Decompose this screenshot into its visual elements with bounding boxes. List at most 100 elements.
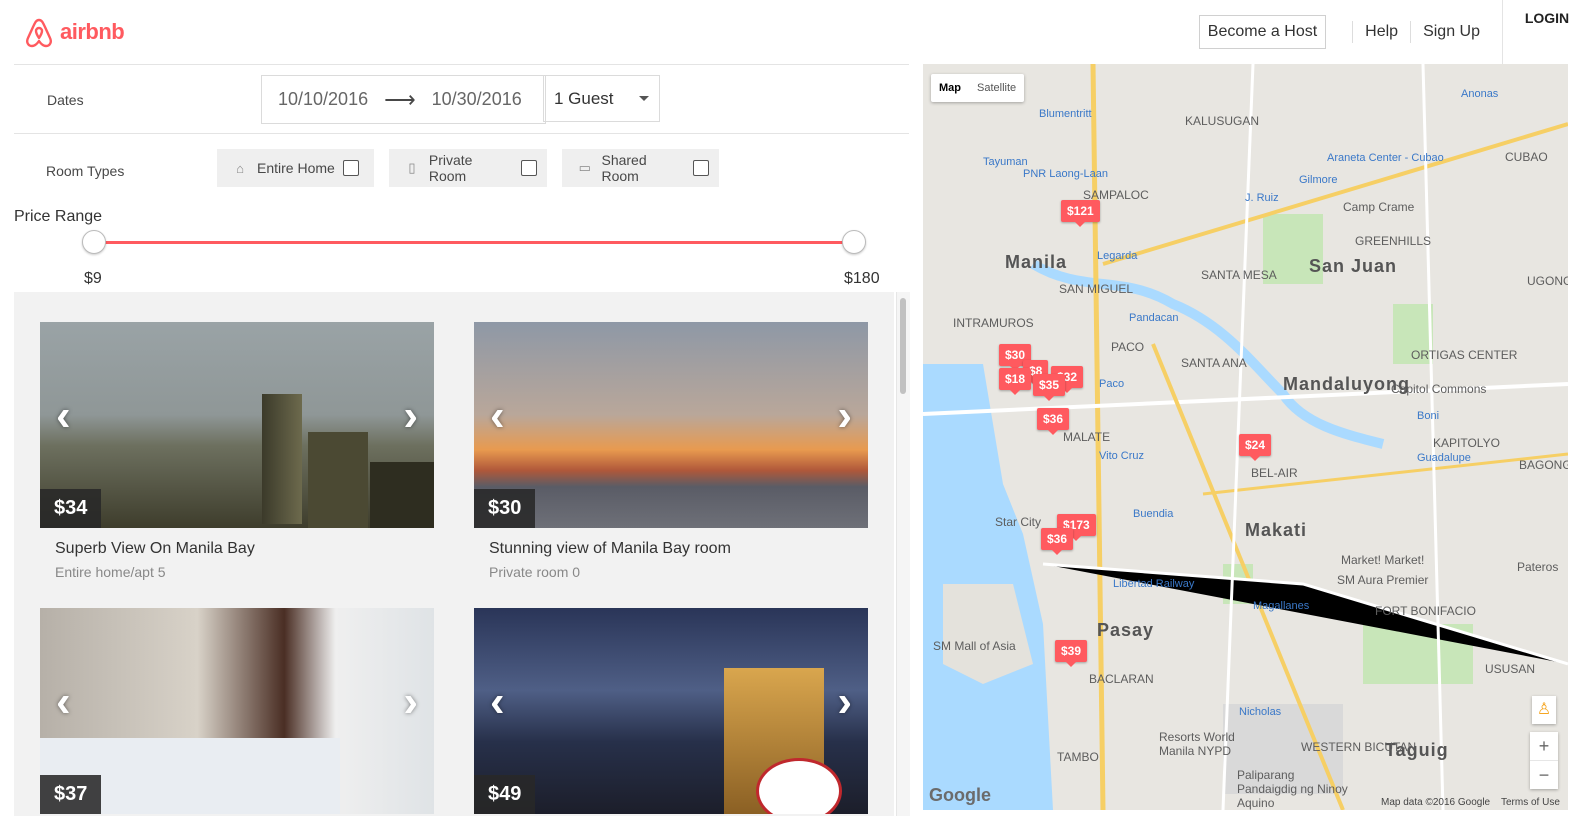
map-price-pin[interactable]: $36	[1037, 408, 1070, 435]
listing-price: $30	[474, 489, 536, 528]
airbnb-belo-icon	[26, 18, 52, 48]
map-place-label: KALUSUGAN	[1185, 114, 1260, 128]
top-nav: Become a Host Help Sign Up LOGIN	[1198, 0, 1591, 64]
help-link[interactable]: Help	[1361, 23, 1402, 41]
listing-photo[interactable]: ‹ › $49	[474, 608, 868, 814]
map-price-pin[interactable]: $39	[1055, 640, 1088, 667]
map-type-map[interactable]: Map	[931, 74, 969, 102]
entire-home-checkbox[interactable]	[342, 160, 359, 176]
listing-title[interactable]: Stunning view of Manila Bay room	[474, 540, 868, 558]
map-station-label: PNR Laong-Laan	[1023, 168, 1109, 180]
map-station-label: Boni	[1417, 410, 1440, 422]
map-place-label: MALATE	[1063, 430, 1111, 444]
map-place-label: San Juan	[1309, 256, 1398, 276]
listing-photo[interactable]: ‹ › $34	[40, 322, 434, 528]
chevron-left-icon[interactable]: ‹	[56, 394, 71, 438]
map-station-label: Anonas	[1461, 88, 1499, 100]
map-price-pin[interactable]: $36	[1041, 528, 1074, 555]
guests-select[interactable]: 1 Guest	[543, 75, 660, 122]
room-type-shared-room[interactable]: ▭ Shared Room	[562, 149, 719, 187]
check-in-date[interactable]: 10/10/2016	[262, 89, 384, 110]
private-room-checkbox[interactable]	[521, 160, 537, 176]
room-type-label: Entire Home	[257, 160, 335, 176]
chevron-left-icon[interactable]: ‹	[490, 680, 505, 724]
map-place-label: Market! Market!	[1341, 553, 1425, 567]
date-range-picker[interactable]: 10/10/2016 ⟶ 10/30/2016	[261, 75, 546, 124]
map-type-control: Map Satellite	[931, 74, 1025, 102]
price-max-value: $180	[844, 270, 880, 287]
map-price-pin[interactable]: $35	[1033, 374, 1066, 401]
map-place-label: BEL-AIR	[1251, 466, 1298, 480]
map-place-label: ORTIGAS CENTER	[1411, 348, 1518, 362]
map[interactable]: Map Satellite Manila San Juan Mandaluyon…	[923, 64, 1568, 810]
become-host-button[interactable]: Become a Host	[1198, 15, 1327, 49]
login-link[interactable]: LOGIN	[1502, 0, 1591, 64]
price-min-handle[interactable]	[82, 230, 106, 254]
room-type-entire-home[interactable]: ⌂ Entire Home	[217, 149, 374, 187]
map-place-label: TAMBO	[1057, 750, 1099, 764]
price-min-value: $9	[84, 270, 102, 287]
listing-card[interactable]: ‹ › $34 Superb View On Manila Bay Entire…	[40, 322, 434, 580]
chevron-right-icon[interactable]: ›	[403, 394, 418, 438]
map-place-label: CUBAO	[1505, 150, 1548, 164]
door-icon: ▯	[408, 160, 416, 175]
map-place-label: SANTA MESA	[1201, 268, 1277, 282]
zoom-control: + −	[1530, 732, 1558, 789]
map-place-label: GREENHILLS	[1355, 234, 1432, 248]
zoom-out-button[interactable]: −	[1530, 760, 1558, 789]
scrollbar-thumb[interactable]	[900, 298, 906, 394]
map-station-label: Pandacan	[1129, 312, 1179, 324]
shared-room-checkbox[interactable]	[693, 160, 709, 176]
street-view-pegman-icon[interactable]: ♙	[1532, 696, 1556, 724]
divider	[14, 133, 909, 134]
terms-of-use-link[interactable]: Terms of Use	[1501, 797, 1560, 808]
listings-scrollbar[interactable]	[896, 292, 910, 816]
listing-photo[interactable]: ‹ › $37	[40, 608, 434, 814]
map-station-label: Vito Cruz	[1099, 450, 1145, 462]
map-place-label: BAGONG ILOG	[1519, 458, 1568, 472]
chevron-right-icon[interactable]: ›	[837, 680, 852, 724]
map-type-satellite[interactable]: Satellite	[969, 74, 1024, 102]
listing-photo[interactable]: ‹ › $30	[474, 322, 868, 528]
chevron-left-icon[interactable]: ‹	[56, 680, 71, 724]
map-price-pin[interactable]: $121	[1061, 200, 1100, 227]
map-price-pin[interactable]: $24	[1239, 434, 1272, 461]
arrow-right-icon: ⟶	[384, 86, 416, 112]
chevron-right-icon[interactable]: ›	[403, 680, 418, 724]
google-logo: Google	[929, 785, 991, 805]
nav-divider	[1410, 21, 1412, 43]
map-place-label: FORT BONIFACIO	[1375, 604, 1476, 618]
listing-card[interactable]: ‹ › $49	[474, 608, 868, 814]
map-price-pin[interactable]: $18	[999, 368, 1032, 395]
price-range-label: Price Range	[14, 208, 103, 225]
listing-card[interactable]: ‹ › $37	[40, 608, 434, 814]
guests-value: 1 Guest	[554, 88, 614, 108]
home-icon: ⌂	[236, 160, 244, 176]
listing-title[interactable]: Superb View On Manila Bay	[40, 540, 434, 558]
map-place-label: Manila	[1005, 252, 1068, 272]
price-max-handle[interactable]	[842, 230, 866, 254]
room-type-private-room[interactable]: ▯ Private Room	[389, 149, 547, 187]
airbnb-logo[interactable]: airbnb	[24, 16, 125, 48]
divider	[14, 64, 909, 65]
room-types-label: Room Types	[46, 163, 125, 179]
map-station-label: Magallanes	[1253, 600, 1310, 612]
map-place-label: WESTERN BICUTAN	[1301, 740, 1417, 754]
map-place-label: Makati	[1245, 520, 1308, 540]
map-station-label: Buendia	[1133, 508, 1174, 520]
map-attribution: Map data ©2016 Google	[1381, 797, 1491, 808]
map-place-label: INTRAMUROS	[953, 316, 1034, 330]
check-out-date[interactable]: 10/30/2016	[416, 89, 538, 110]
room-type-label: Private Room	[428, 152, 473, 184]
building-shape	[370, 462, 434, 528]
zoom-in-button[interactable]: +	[1530, 732, 1558, 760]
sign-up-link[interactable]: Sign Up	[1419, 23, 1484, 41]
chevron-left-icon[interactable]: ‹	[490, 394, 505, 438]
map-place-label: KAPITOLYO	[1433, 436, 1500, 450]
map-place-label: Pasay	[1097, 620, 1155, 640]
map-place-label: Paliparang Pandaigdig ng Ninoy Aquino	[1237, 768, 1348, 810]
map-station-label: Gilmore	[1299, 174, 1338, 186]
chevron-right-icon[interactable]: ›	[837, 394, 852, 438]
listing-card[interactable]: ‹ › $30 Stunning view of Manila Bay room…	[474, 322, 868, 580]
price-slider-track[interactable]	[93, 241, 853, 244]
